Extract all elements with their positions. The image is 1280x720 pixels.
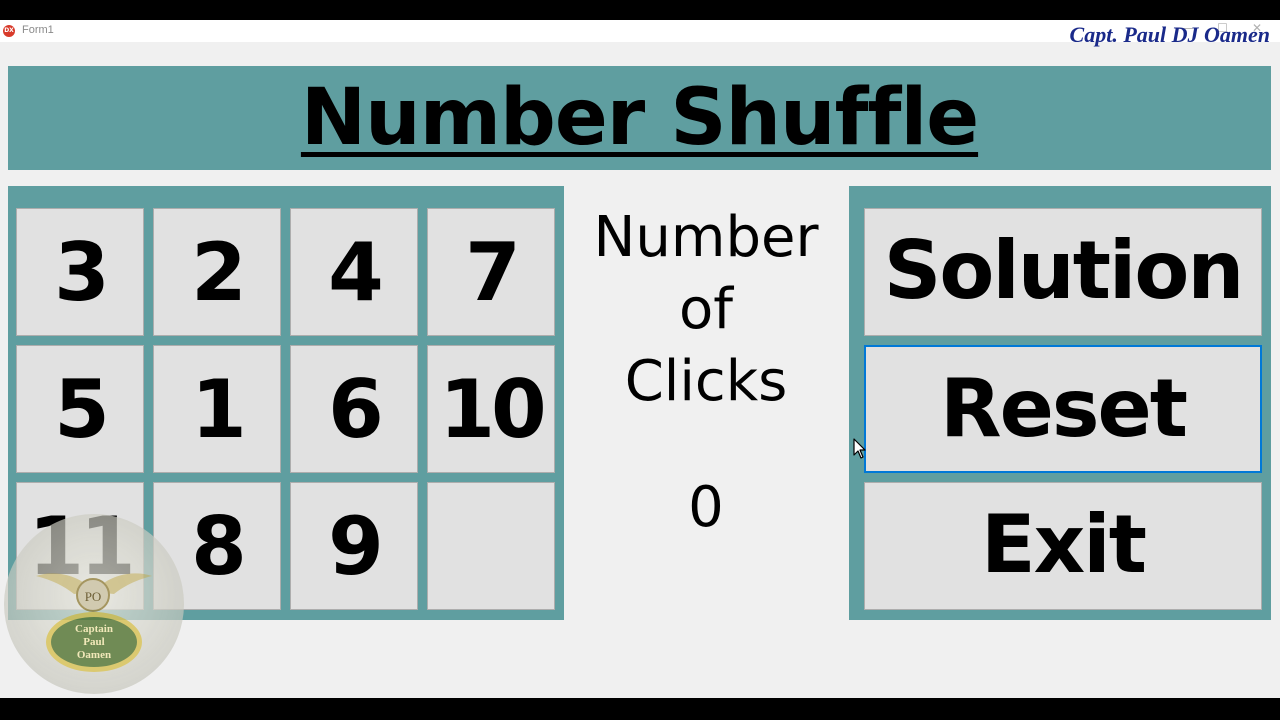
tile-button[interactable]: 10 <box>427 345 555 473</box>
tile-button[interactable]: 7 <box>427 208 555 336</box>
solution-button[interactable]: Solution <box>864 208 1262 336</box>
clicks-label: Number of Clicks <box>593 205 819 414</box>
watermark-text: Capt. Paul DJ Oamen <box>1069 22 1270 47</box>
tile-button[interactable]: 5 <box>16 345 144 473</box>
clicks-counter-value: 0 <box>688 475 724 540</box>
tile-button[interactable]: 4 <box>290 208 418 336</box>
video-frame-bottom-bar <box>0 698 1280 720</box>
form-window: DX Form1 — ☐ ✕ Capt. Paul DJ Oamen Numbe… <box>0 20 1280 698</box>
tile-button[interactable]: 3 <box>16 208 144 336</box>
tile-button[interactable]: 9 <box>290 482 418 610</box>
tile-button[interactable]: 2 <box>153 208 281 336</box>
watermark-badge-logo: PO Captain Paul Oamen <box>4 514 184 694</box>
page-title: Number Shuffle <box>300 73 979 163</box>
badge-line: Paul <box>83 636 105 648</box>
window-title: Form1 <box>22 24 54 36</box>
header-panel: Number Shuffle <box>8 66 1271 170</box>
tile-button[interactable]: 1 <box>153 345 281 473</box>
app-icon: DX <box>3 25 15 37</box>
title-bar[interactable]: DX Form1 — ☐ ✕ Capt. Paul DJ Oamen <box>0 20 1280 47</box>
badge-initials: PO <box>76 578 110 612</box>
video-frame-top-bar <box>0 0 1280 20</box>
empty-tile-button[interactable] <box>427 482 555 610</box>
tile-button[interactable]: 6 <box>290 345 418 473</box>
reset-button[interactable]: Reset <box>864 345 1262 473</box>
badge-line: Captain <box>75 623 113 635</box>
controls-panel: Solution Reset Exit <box>849 186 1271 620</box>
exit-button[interactable]: Exit <box>864 482 1262 610</box>
badge-line: Oamen <box>76 649 112 661</box>
mouse-pointer-icon <box>853 438 866 459</box>
badge-ring: Captain Paul Oamen <box>46 612 142 672</box>
